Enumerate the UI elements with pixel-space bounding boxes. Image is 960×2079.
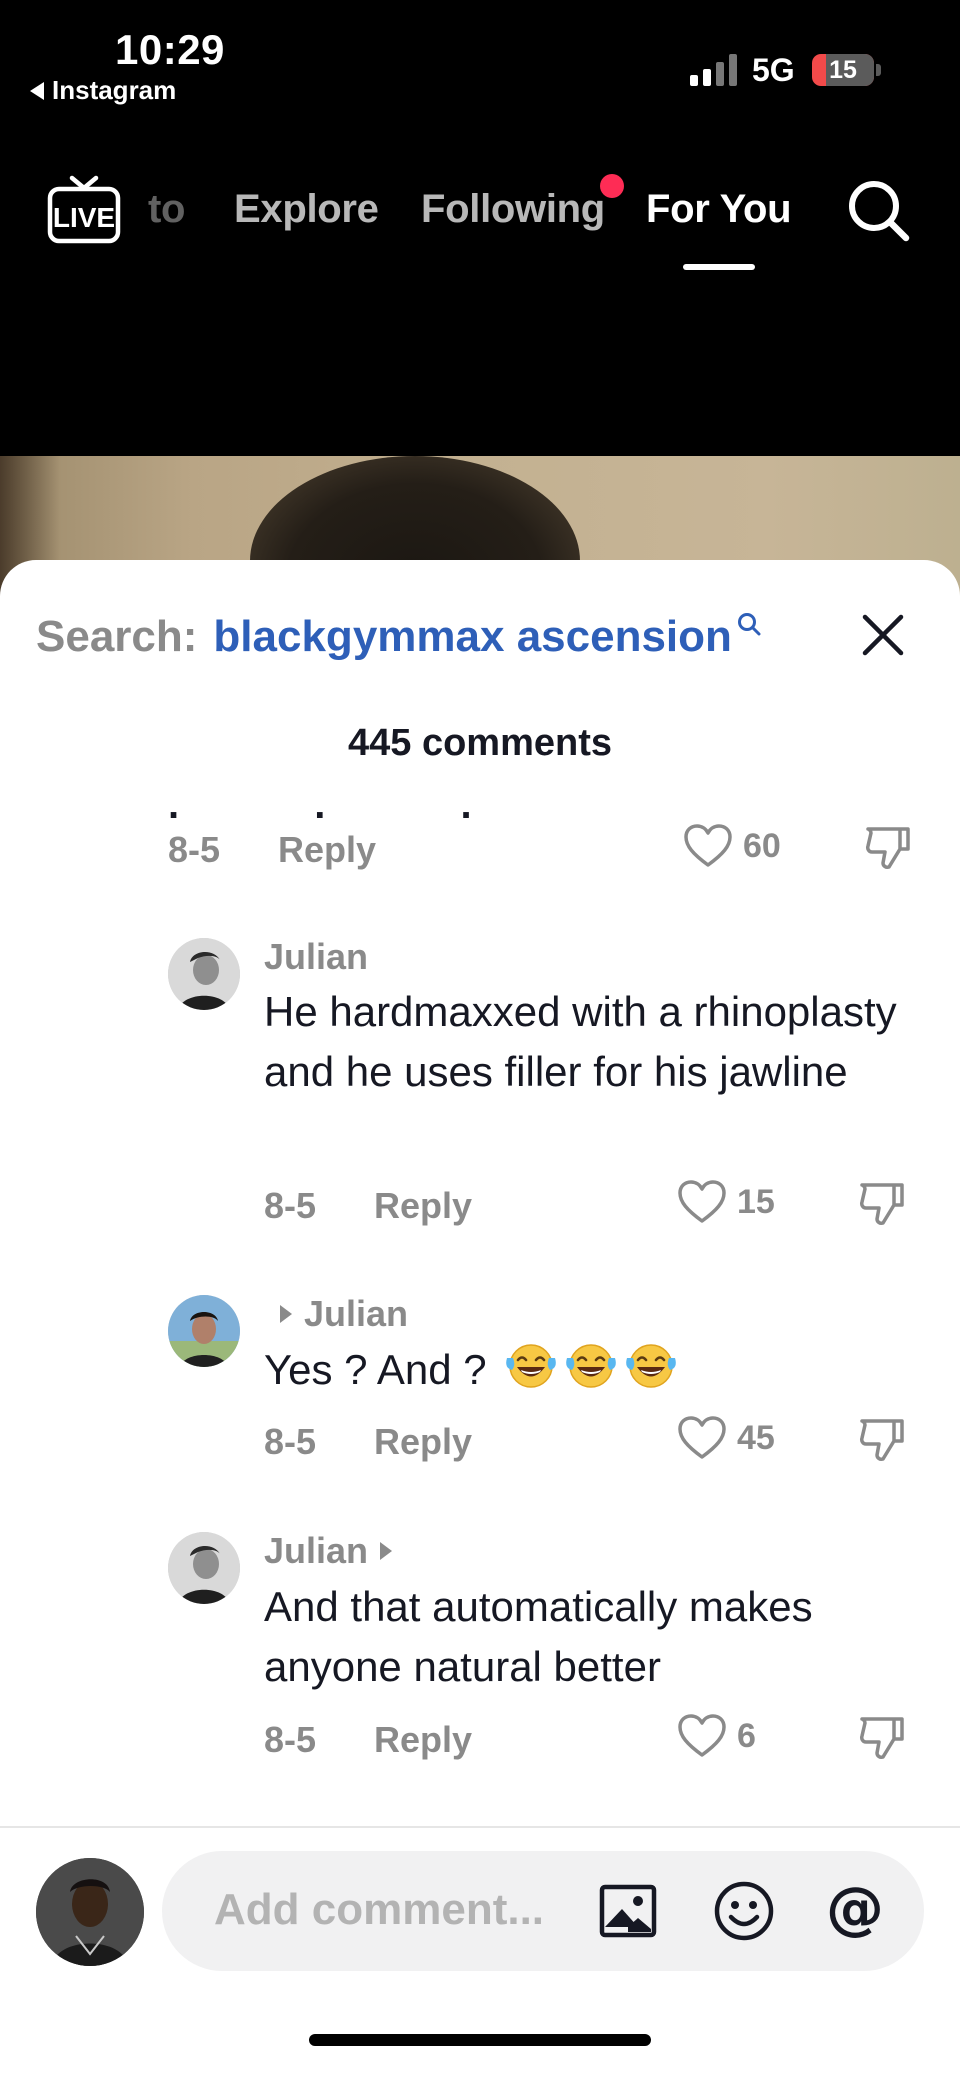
comment-date: 8-5 <box>168 829 221 870</box>
home-indicator <box>309 2034 651 2046</box>
live-tv-icon[interactable]: LIVE <box>46 172 122 248</box>
image-icon[interactable] <box>598 1881 658 1941</box>
battery-nub <box>876 64 881 76</box>
network-type: 5G <box>752 52 795 88</box>
dislike-icon[interactable] <box>856 1177 908 1229</box>
dislike-icon[interactable] <box>856 1413 908 1465</box>
notification-dot <box>600 174 624 198</box>
tab-explore[interactable]: Explore <box>234 187 379 232</box>
comment-meta-row: 8-5 Reply 15 <box>0 1163 960 1243</box>
reply-arrow-icon <box>380 1542 393 1560</box>
like-count: 6 <box>737 1716 756 1755</box>
like-count: 60 <box>743 826 781 865</box>
back-arrow-icon <box>30 81 44 100</box>
avatar[interactable] <box>168 938 240 1010</box>
comment-date: 8-5 <box>264 1421 317 1462</box>
laughing-crying-emoji-icon <box>566 1344 617 1388</box>
cellular-signal-icon <box>690 52 737 86</box>
close-icon[interactable] <box>858 610 908 660</box>
comment-date: 8-5 <box>264 1185 317 1226</box>
add-comment-input[interactable]: Add comment... @ <box>162 1851 924 1971</box>
search-small-icon <box>737 613 761 636</box>
comment-username[interactable]: Julian <box>264 1530 393 1572</box>
heart-icon <box>678 1714 726 1757</box>
heart-icon <box>678 1180 726 1223</box>
reply-button[interactable]: Reply <box>374 1185 472 1227</box>
laughing-crying-emoji-icon <box>626 1344 677 1388</box>
comment-meta-row: 8-5 Reply 45 <box>0 1401 960 1481</box>
tab-for-you[interactable]: For You <box>646 187 792 232</box>
heart-icon <box>678 1416 726 1459</box>
search-term-link[interactable]: blackgymmax ascension <box>213 612 731 662</box>
reply-button[interactable]: Reply <box>374 1421 472 1463</box>
search-icon[interactable] <box>844 176 912 244</box>
like-count: 45 <box>737 1418 775 1457</box>
divider <box>0 1826 960 1828</box>
comment-meta-row: 8-5 Reply 6 <box>0 1697 960 1777</box>
dislike-icon[interactable] <box>862 821 914 873</box>
comment-date: 8-5 <box>264 1719 317 1760</box>
tab-partial[interactable]: to <box>148 187 185 232</box>
comments-sheet: Search: blackgymmax ascension 445 commen… <box>0 560 960 2079</box>
heart-icon <box>684 824 732 867</box>
back-app-label: Instagram <box>52 75 177 105</box>
like-button[interactable]: 45 <box>677 1415 775 1461</box>
laughing-crying-emoji-icon <box>506 1344 557 1388</box>
top-navigation: LIVE to Explore Following For You <box>0 160 960 280</box>
comment-username[interactable]: Julian <box>280 1293 408 1335</box>
live-label: LIVE <box>53 202 115 233</box>
related-search[interactable]: Search: blackgymmax ascension <box>36 612 762 662</box>
comment-meta-row: 8-5 Reply 60 <box>0 805 960 885</box>
current-user-avatar[interactable] <box>36 1858 144 1966</box>
reply-button[interactable]: Reply <box>374 1719 472 1761</box>
active-tab-indicator <box>683 264 755 270</box>
comment-text: Yes ? And ? <box>264 1340 904 1400</box>
like-button[interactable]: 6 <box>677 1713 756 1759</box>
like-button[interactable]: 15 <box>677 1179 775 1225</box>
status-time: 10:29 <box>115 26 225 73</box>
like-button[interactable]: 60 <box>683 823 781 869</box>
avatar[interactable] <box>168 1295 240 1367</box>
avatar[interactable] <box>168 1532 240 1604</box>
battery-icon: 15 <box>812 54 874 86</box>
tab-following[interactable]: Following <box>421 187 605 232</box>
back-to-app-link[interactable]: Instagram <box>30 75 176 106</box>
like-count: 15 <box>737 1182 775 1221</box>
battery-level: 15 <box>829 55 857 84</box>
comment-text: And that automatically makes anyone natu… <box>264 1583 813 1690</box>
search-prefix-label: Search: <box>36 612 198 661</box>
emoji-icon[interactable] <box>712 1879 776 1943</box>
reply-button[interactable]: Reply <box>278 829 376 871</box>
comment-placeholder: Add comment... <box>214 1885 545 1934</box>
comments-list[interactable]: . . . 8-5 Reply 60 Julian He hardmaxxed … <box>0 785 960 1785</box>
reply-arrow-icon <box>280 1305 292 1323</box>
dislike-icon[interactable] <box>856 1711 908 1763</box>
status-bar: 10:29 Instagram 5G 15 <box>0 0 960 120</box>
comments-count: 445 comments <box>347 722 612 764</box>
comment-text: He hardmaxxed with a rhinoplasty and he … <box>264 988 897 1095</box>
mention-icon[interactable]: @ <box>822 1875 888 1941</box>
comment-username[interactable]: Julian <box>264 936 368 978</box>
